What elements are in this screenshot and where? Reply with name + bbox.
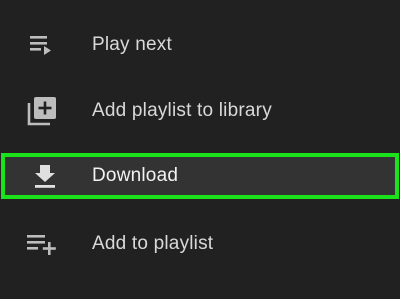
download-icon	[28, 159, 62, 193]
menu-item-add-to-playlist[interactable]: Add to playlist	[0, 211, 400, 277]
menu-item-play-next[interactable]: Play next	[0, 12, 400, 78]
library-add-icon	[25, 94, 59, 128]
playlist-add-icon	[25, 227, 59, 261]
play-next-icon	[25, 28, 59, 62]
menu-item-download[interactable]: Download	[1, 153, 399, 199]
overflow-menu: Play next Add playlist to library Downlo…	[0, 0, 400, 299]
menu-item-add-playlist-to-library[interactable]: Add playlist to library	[0, 78, 400, 144]
menu-item-label: Add to playlist	[92, 233, 214, 254]
menu-item-label: Play next	[92, 34, 172, 55]
menu-item-label: Add playlist to library	[92, 100, 272, 121]
menu-item-label: Download	[92, 165, 179, 186]
